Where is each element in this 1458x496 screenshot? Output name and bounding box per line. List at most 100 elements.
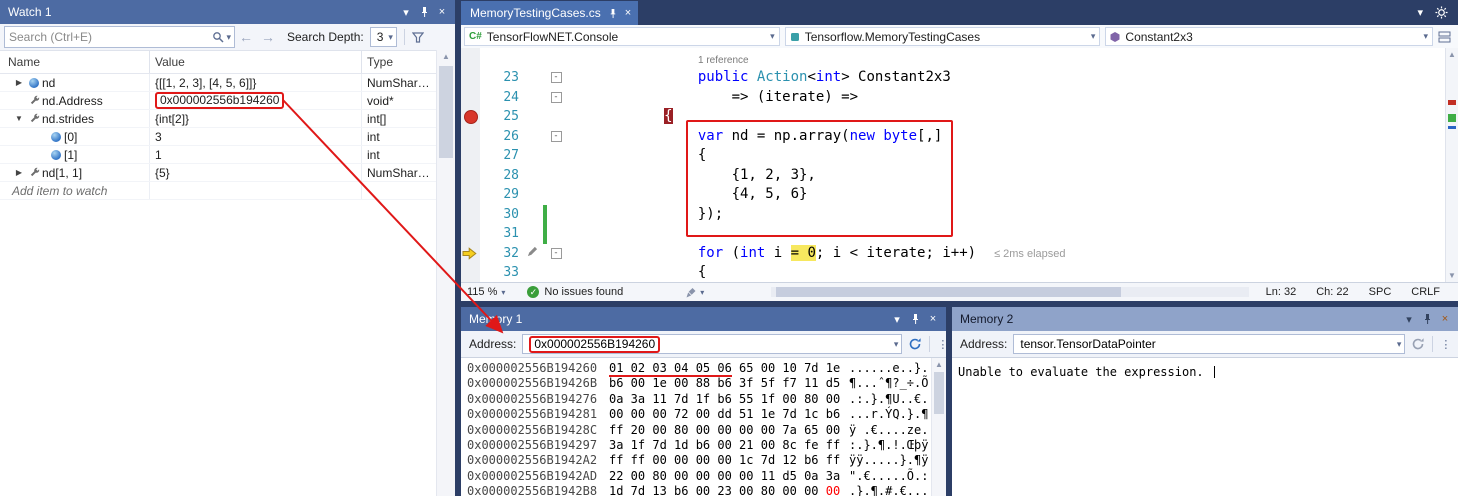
watch-row[interactable]: [1]1int xyxy=(0,146,455,164)
memory1-titlebar[interactable]: Memory 1 ▾ × xyxy=(461,307,946,331)
search-icon[interactable] xyxy=(212,31,224,43)
breakpoint-gutter[interactable] xyxy=(461,224,480,244)
tab-memorytestingcases[interactable]: MemoryTestingCases.cs × xyxy=(461,1,638,25)
breakpoint-gutter[interactable] xyxy=(461,263,480,283)
breakpoint-gutter[interactable] xyxy=(461,166,480,186)
watch-add-row[interactable]: Add item to watch xyxy=(0,182,455,200)
memory-row[interactable]: 0x000002556B19428100 00 00 72 00 dd 51 1… xyxy=(467,407,946,422)
close-icon[interactable]: × xyxy=(625,7,631,19)
code-text[interactable]: public Action<int> Constant2x3 xyxy=(563,68,1446,88)
tab-list-chevron-icon[interactable]: ▾ xyxy=(1417,6,1423,19)
search-depth-select[interactable]: 3 ▾ xyxy=(370,27,397,47)
watch-row[interactable]: ▶nd[1, 1]{5}NumShar… xyxy=(0,164,455,182)
pin-icon[interactable] xyxy=(608,8,618,19)
toolbar-overflow-icon[interactable]: ⋮ xyxy=(937,338,946,351)
memory2-titlebar[interactable]: Memory 2 ▾ × xyxy=(952,307,1458,331)
code-text[interactable]: { xyxy=(563,107,1446,127)
watch-titlebar[interactable]: Watch 1 ▾ × xyxy=(0,0,455,24)
pin-icon[interactable] xyxy=(906,310,924,328)
watch-value-cell[interactable]: 1 xyxy=(150,146,362,163)
watch-value-cell[interactable]: {5} xyxy=(150,164,362,181)
expander-icon[interactable]: ▶ xyxy=(12,168,26,177)
memory-row[interactable]: 0x000002556B19426001 02 03 04 05 06 65 0… xyxy=(467,361,946,376)
horizontal-scrollbar[interactable] xyxy=(771,287,1249,297)
search-input[interactable] xyxy=(5,30,212,44)
scrollbar-thumb[interactable] xyxy=(439,66,453,158)
code-text[interactable]: {1, 2, 3}, xyxy=(563,166,1446,186)
memory-row[interactable]: 0x000002556B1942A2ff ff 00 00 00 00 1c 7… xyxy=(467,453,946,468)
watch-row[interactable]: [0]3int xyxy=(0,128,455,146)
column-header-name[interactable]: Name xyxy=(0,51,150,73)
member-dropdown[interactable]: Constant2x3 ▾ xyxy=(1105,27,1433,46)
watch-value-cell[interactable]: 0x000002556b194260 xyxy=(150,92,362,109)
outline-collapse-icon[interactable]: - xyxy=(551,92,562,103)
scroll-up-icon[interactable]: ▲ xyxy=(1446,48,1458,62)
refresh-icon[interactable] xyxy=(1411,337,1425,351)
breakpoint-gutter[interactable] xyxy=(461,68,480,88)
watch-row[interactable]: nd.Address0x000002556b194260void* xyxy=(0,92,455,110)
close-icon[interactable]: × xyxy=(1436,310,1454,328)
breakpoint-icon[interactable] xyxy=(464,110,478,124)
code-text[interactable] xyxy=(563,224,1446,244)
scrollbar-thumb[interactable] xyxy=(776,287,1121,297)
project-dropdown[interactable]: C# TensorFlowNET.Console ▾ xyxy=(464,27,780,46)
window-position-chevron-icon[interactable]: ▾ xyxy=(888,310,906,328)
memory-row[interactable]: 0x000002556B1942B81d 7d 13 b6 00 23 00 8… xyxy=(467,484,946,496)
status-line-ending[interactable]: CRLF xyxy=(1411,286,1440,298)
memory1-scrollbar[interactable]: ▲ xyxy=(931,358,946,496)
column-header-type[interactable]: Type xyxy=(362,51,437,73)
code-text[interactable]: => (iterate) => xyxy=(563,88,1446,108)
code-cleanup-icon[interactable]: ▾ xyxy=(685,287,704,298)
memory-row[interactable]: 0x000002556B19428Cff 20 00 80 00 00 00 0… xyxy=(467,423,946,438)
close-icon[interactable]: × xyxy=(433,3,451,21)
breakpoint-gutter[interactable] xyxy=(461,107,480,127)
outline-collapse-icon[interactable]: - xyxy=(551,248,562,259)
watch-value-cell[interactable]: {int[2]} xyxy=(150,110,362,127)
type-dropdown[interactable]: Tensorflow.MemoryTestingCases ▾ xyxy=(785,27,1101,46)
code-text[interactable]: { xyxy=(563,146,1446,166)
outline-collapse-icon[interactable]: - xyxy=(551,72,562,83)
split-window-icon[interactable] xyxy=(1438,31,1455,43)
memory-row[interactable]: 0x000002556B1942AD22 00 80 00 00 00 00 1… xyxy=(467,469,946,484)
scroll-up-icon[interactable]: ▲ xyxy=(437,50,455,64)
gear-icon[interactable] xyxy=(1435,6,1448,19)
toolbar-overflow-icon[interactable]: ⋮ xyxy=(1440,338,1451,351)
code-text[interactable]: for (int i = 0; i < iterate; i++)≤ 2ms e… xyxy=(563,244,1446,264)
breakpoint-gutter[interactable] xyxy=(461,185,480,205)
memory-row[interactable]: 0x000002556B19426Bb6 00 1e 00 88 b6 3f 5… xyxy=(467,376,946,391)
window-position-chevron-icon[interactable]: ▾ xyxy=(397,3,415,21)
breakpoint-gutter[interactable] xyxy=(461,244,480,264)
memory1-content[interactable]: 0x000002556B19426001 02 03 04 05 06 65 0… xyxy=(461,358,946,496)
memory-row[interactable]: 0x000002556B1942973a 1f 7d 1d b6 00 21 0… xyxy=(467,438,946,453)
breakpoint-gutter[interactable] xyxy=(461,88,480,108)
search-back-icon[interactable]: ← xyxy=(239,27,253,47)
search-forward-icon[interactable]: → xyxy=(261,27,275,47)
filter-icon[interactable] xyxy=(412,32,424,43)
code-text[interactable]: {4, 5, 6} xyxy=(563,185,1446,205)
outline-collapse-icon[interactable]: - xyxy=(551,131,562,142)
memory2-content[interactable]: Unable to evaluate the expression. xyxy=(952,358,1458,496)
memory-row[interactable]: 0x000002556B1942760a 3a 11 7d 1f b6 55 1… xyxy=(467,392,946,407)
scrollbar-thumb[interactable] xyxy=(934,372,944,414)
watch-value-cell[interactable]: 3 xyxy=(150,128,362,145)
close-icon[interactable]: × xyxy=(924,310,942,328)
scroll-down-icon[interactable]: ▼ xyxy=(1446,269,1458,283)
watch-row[interactable]: ▶nd{[[1, 2, 3], [4, 5, 6]]}NumShar… xyxy=(0,74,455,92)
address-combobox[interactable]: tensor.TensorDataPointer ▾ xyxy=(1013,334,1405,354)
watch-row[interactable]: ▼nd.strides{int[2]}int[] xyxy=(0,110,455,128)
issues-status[interactable]: No issues found xyxy=(544,286,623,298)
breakpoint-gutter[interactable] xyxy=(461,205,480,225)
expander-icon[interactable]: ▶ xyxy=(12,78,26,87)
breakpoint-gutter[interactable] xyxy=(461,146,480,166)
watch-scrollbar[interactable]: ▲ xyxy=(436,50,455,496)
window-position-chevron-icon[interactable]: ▾ xyxy=(1400,310,1418,328)
address-combobox[interactable]: 0x000002556B194260 ▾ xyxy=(522,334,902,354)
code-editor[interactable]: 1 reference23-public Action<int> Constan… xyxy=(461,48,1446,283)
search-options-chevron-icon[interactable]: ▾ xyxy=(226,32,231,43)
codelens-references[interactable]: 1 reference xyxy=(461,48,1446,68)
watch-value-cell[interactable]: {[[1, 2, 3], [4, 5, 6]]} xyxy=(150,74,362,91)
code-text[interactable]: }); xyxy=(563,205,1446,225)
code-text[interactable]: { xyxy=(563,263,1446,283)
expander-icon[interactable]: ▼ xyxy=(12,114,26,123)
code-text[interactable]: var nd = np.array(new byte[,] xyxy=(563,127,1446,147)
